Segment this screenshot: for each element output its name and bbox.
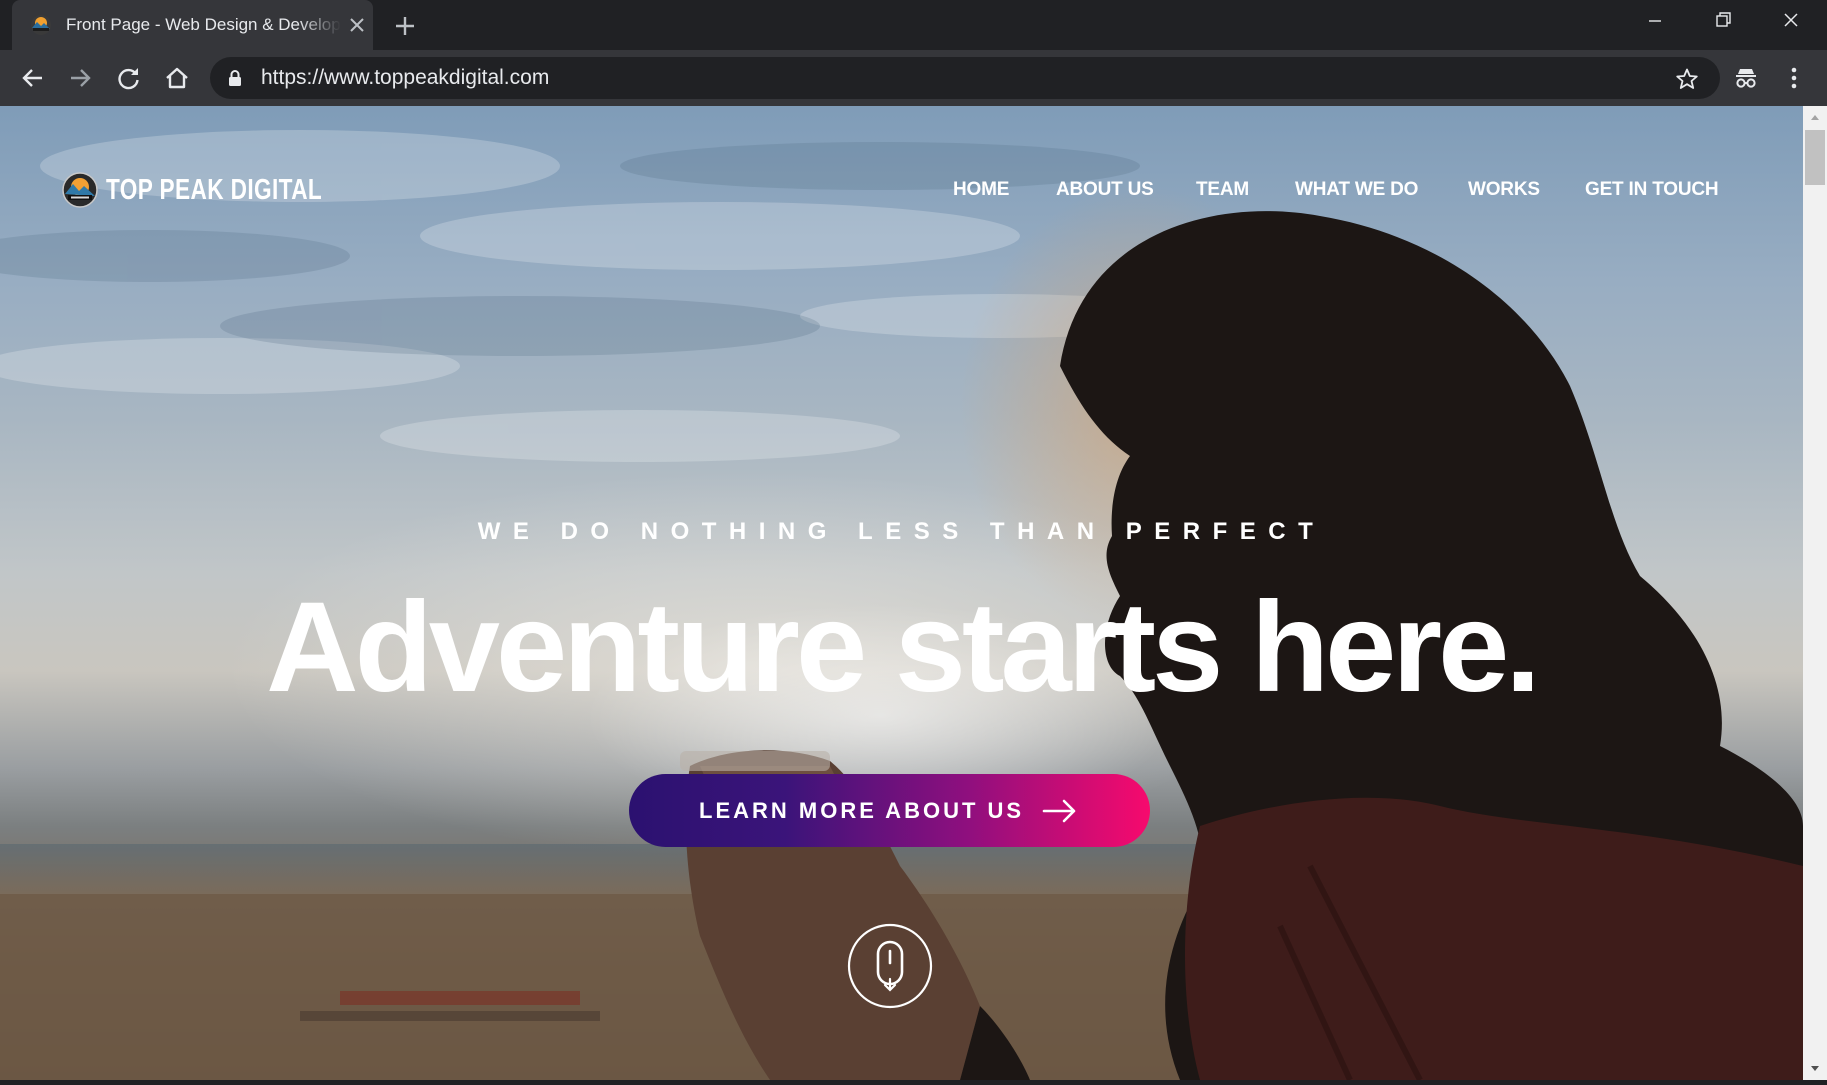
arrow-right-icon: [1042, 796, 1078, 826]
new-tab-plus-icon[interactable]: [390, 11, 420, 41]
scroll-up-arrow-icon[interactable]: [1803, 106, 1827, 128]
nav-about-us[interactable]: ABOUT US: [1056, 172, 1154, 208]
site-favicon-icon: [30, 14, 52, 36]
nav-team[interactable]: TEAM: [1196, 172, 1249, 208]
learn-more-label: LEARN MORE ABOUT US: [699, 798, 1025, 823]
brand-name[interactable]: TOP PEAK DIGITAL: [106, 172, 322, 208]
page-scrollbar[interactable]: [1803, 106, 1827, 1080]
lock-icon: [228, 69, 242, 87]
incognito-icon[interactable]: [1730, 63, 1762, 93]
restore-icon[interactable]: [1690, 0, 1756, 44]
learn-more-button[interactable]: LEARN MORE ABOUT US: [629, 774, 1150, 847]
back-arrow-icon[interactable]: [17, 63, 49, 93]
browser-tab-strip: Front Page - Web Design & Development: [0, 0, 1827, 50]
tab-title: Front Page - Web Design & Development: [66, 15, 341, 34]
nav-works[interactable]: WORKS: [1468, 172, 1540, 208]
scrollbar-thumb[interactable]: [1805, 130, 1825, 185]
hero-tagline: WE DO NOTHING LESS THAN PERFECT: [477, 518, 1326, 545]
minimize-icon[interactable]: [1622, 0, 1688, 44]
hero-headline: Adventure starts here.: [266, 576, 1541, 719]
nav-what-we-do[interactable]: WHAT WE DO: [1295, 172, 1418, 208]
nav-get-in-touch[interactable]: GET IN TOUCH: [1585, 172, 1719, 208]
bookmark-star-icon[interactable]: [1675, 67, 1699, 91]
forward-arrow-icon[interactable]: [64, 63, 96, 93]
home-icon[interactable]: [161, 63, 193, 93]
hero-section: TOP PEAK DIGITAL HOME ABOUT US TEAM WHAT…: [0, 106, 1803, 1080]
brand-logo[interactable]: [62, 172, 98, 208]
tab-close-icon[interactable]: [345, 13, 369, 37]
mouse-scroll-icon[interactable]: [847, 923, 933, 1009]
kebab-menu-icon[interactable]: [1778, 63, 1810, 93]
scroll-down-arrow-icon[interactable]: [1803, 1058, 1827, 1080]
page-viewport: TOP PEAK DIGITAL HOME ABOUT US TEAM WHAT…: [0, 106, 1803, 1080]
close-window-icon[interactable]: [1758, 0, 1824, 44]
reload-icon[interactable]: [113, 63, 145, 93]
nav-home[interactable]: HOME: [953, 172, 1009, 208]
browser-tab[interactable]: Front Page - Web Design & Development: [12, 0, 373, 50]
url-text[interactable]: https://www.toppeakdigital.com: [261, 67, 549, 89]
address-bar[interactable]: https://www.toppeakdigital.com: [210, 57, 1720, 99]
browser-toolbar: https://www.toppeakdigital.com: [0, 50, 1827, 106]
